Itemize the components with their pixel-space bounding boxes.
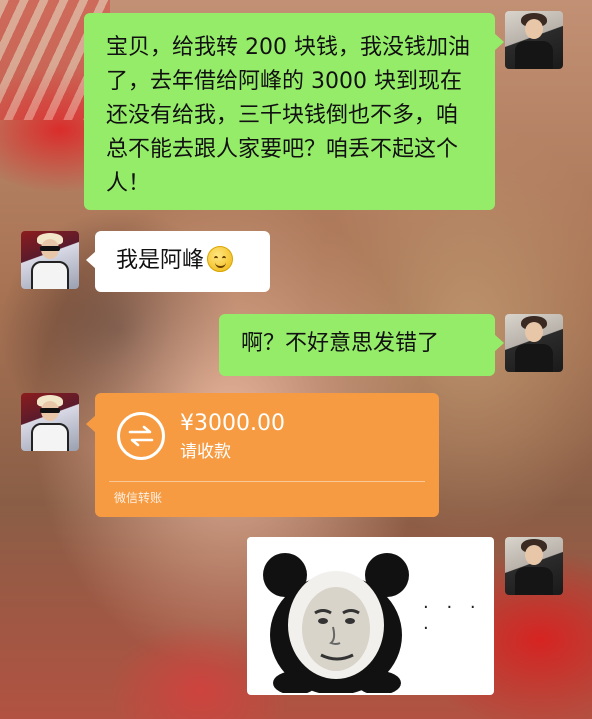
avatar-self[interactable] — [505, 11, 563, 69]
message-bubble-sent[interactable]: 宝贝，给我转 200 块钱，我没钱加油了，去年借给阿峰的 3000 块到现在还没… — [84, 13, 504, 210]
panda-face-sticker[interactable]: · · · · — [247, 537, 494, 695]
avatar-feng[interactable] — [21, 393, 79, 451]
panda-icon — [263, 553, 409, 693]
message-text: 我是阿峰 — [116, 248, 205, 273]
avatar-self[interactable] — [505, 537, 563, 595]
avatar-self[interactable] — [505, 314, 563, 372]
divider — [109, 481, 425, 482]
transfer-card[interactable]: ¥3000.00 请收款 微信转账 — [86, 393, 439, 517]
smiley-icon — [207, 246, 234, 272]
transfer-status: 请收款 — [180, 442, 231, 462]
message-text: 宝贝，给我转 200 块钱，我没钱加油了，去年借给阿峰的 3000 块到现在还没… — [106, 35, 470, 196]
transfer-amount: ¥3000.00 — [180, 411, 285, 436]
message-text: 啊？不好意思发错了 — [241, 331, 440, 356]
message-bubble-received[interactable]: 我是阿峰 — [86, 231, 270, 292]
transfer-provider: 微信转账 — [114, 491, 163, 505]
ellipsis-text: · · · · — [423, 597, 482, 639]
avatar-feng[interactable] — [21, 231, 79, 289]
message-bubble-sent[interactable]: 啊？不好意思发错了 — [219, 314, 504, 376]
transfer-arrows-icon — [117, 412, 165, 460]
